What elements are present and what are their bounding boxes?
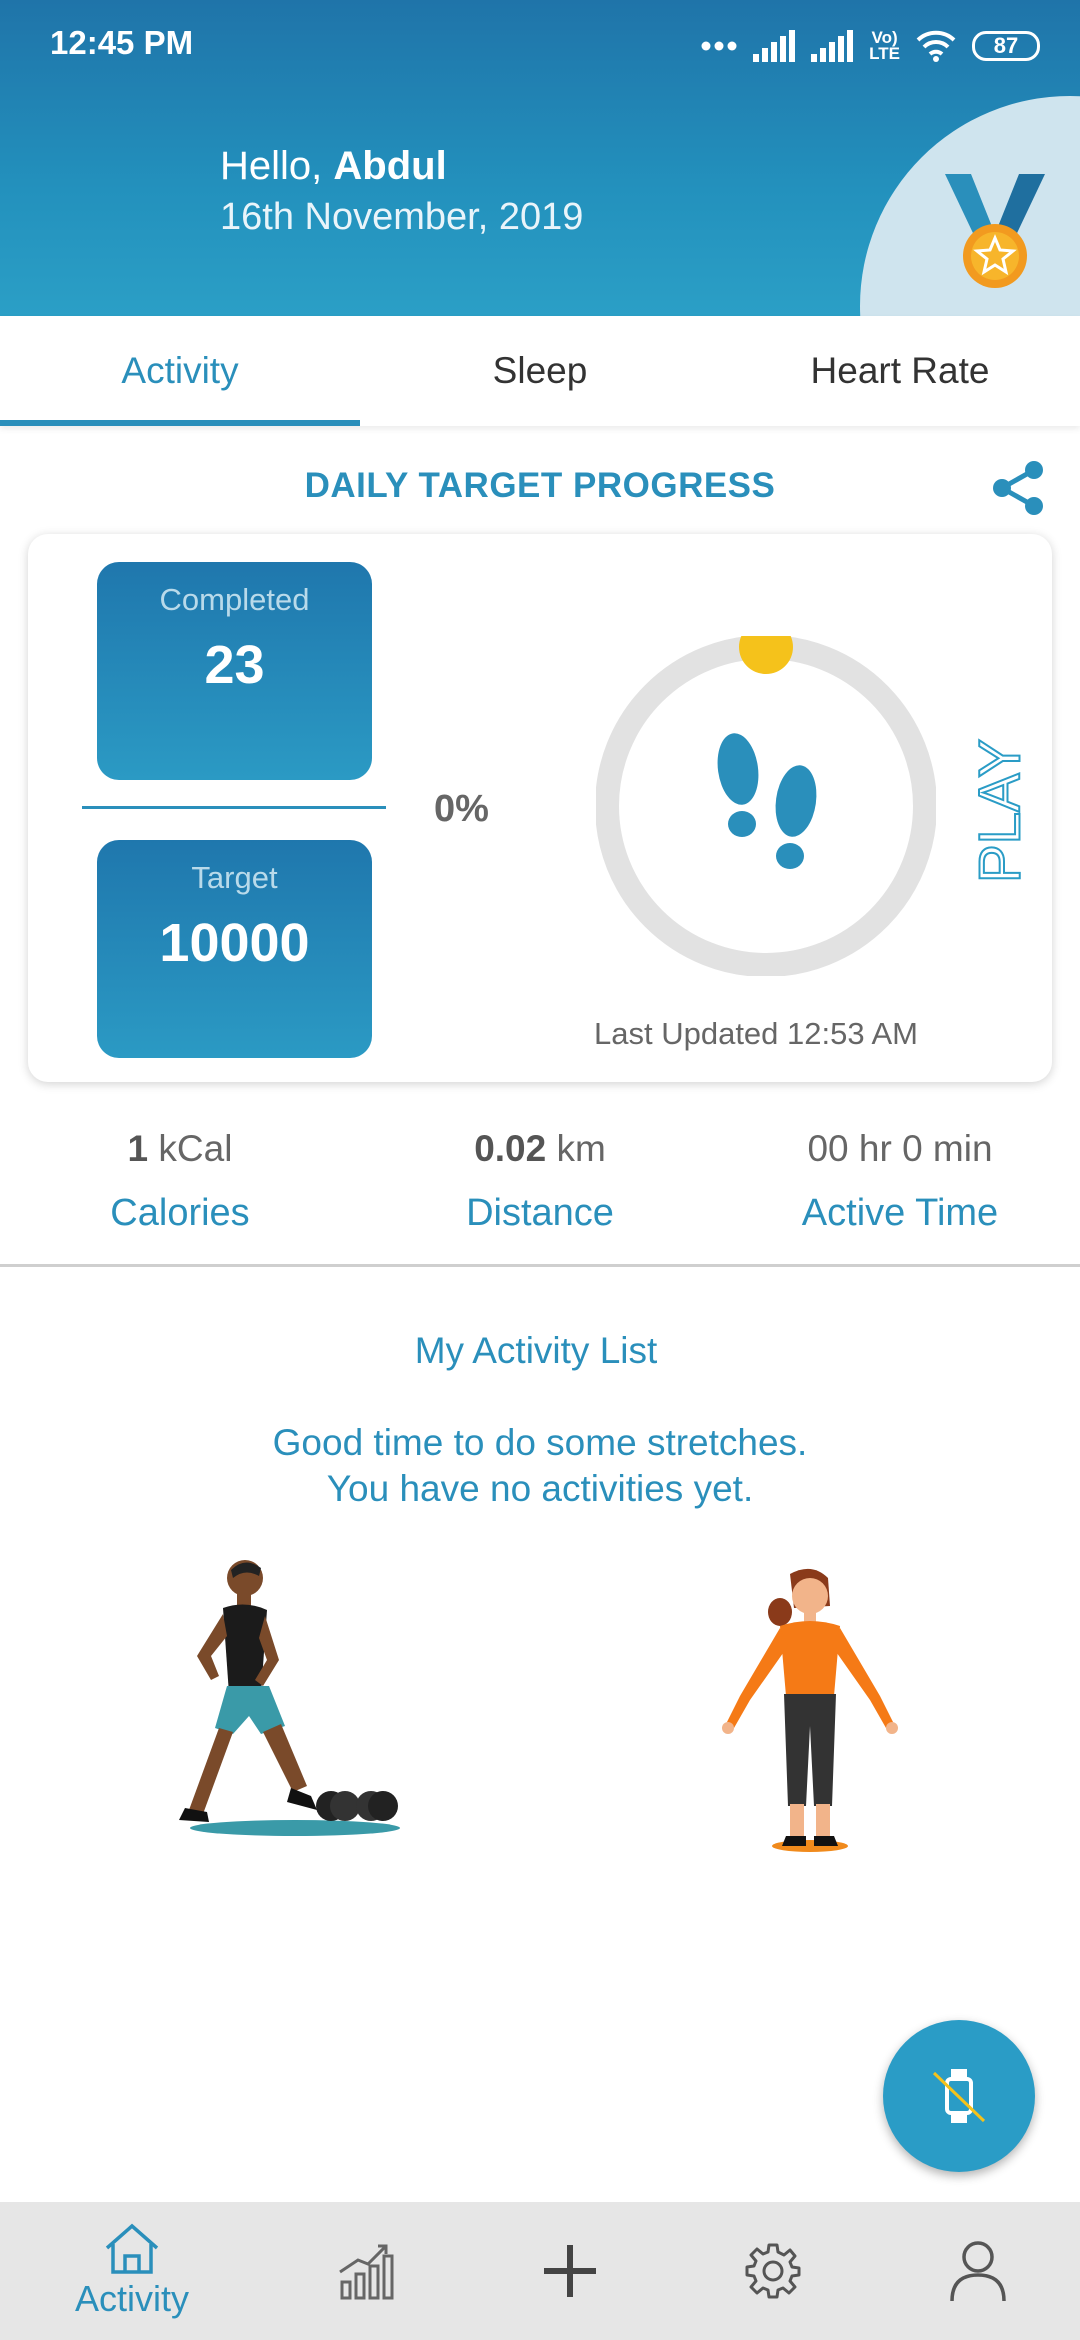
tab-sleep[interactable]: Sleep — [360, 316, 720, 426]
current-date: 16th November, 2019 — [220, 196, 584, 238]
status-icons: Vo) LTE 87 — [701, 26, 1040, 66]
footsteps-icon — [717, 733, 817, 869]
completed-box: Completed 23 — [97, 562, 372, 780]
status-time: 12:45 PM — [50, 24, 194, 61]
activity-list-title: My Activity List — [414, 1330, 658, 1371]
tab-bar: Activity Sleep Heart Rate — [0, 316, 1080, 426]
share-icon[interactable] — [990, 458, 1046, 518]
user-name: Abdul — [333, 144, 447, 188]
greeting: Hello, Abdul — [220, 144, 447, 188]
profile-icon — [950, 2241, 1006, 2302]
signal-icon — [753, 30, 796, 62]
daily-target-title: DAILY TARGET PROGRESS — [304, 466, 776, 505]
progress-dot — [739, 636, 793, 674]
play-label[interactable]: PLAY — [965, 736, 1035, 886]
gear-icon — [745, 2243, 801, 2299]
nav-add[interactable] — [462, 2202, 678, 2340]
watch-disconnected-button[interactable] — [883, 2020, 1035, 2172]
metric-caption: Distance — [466, 1192, 614, 1234]
status-bar: 12:45 PM Vo) LTE 87 — [0, 0, 1080, 90]
play-text: PLAY — [968, 739, 1033, 883]
nav-statistics[interactable] — [258, 2202, 474, 2340]
completed-value: 23 — [204, 635, 265, 695]
signal-icon-2 — [811, 30, 854, 62]
plus-icon — [544, 2245, 596, 2297]
metric-caption: Active Time — [801, 1192, 999, 1234]
nav-settings[interactable] — [665, 2202, 881, 2340]
battery-icon: 87 — [972, 31, 1040, 61]
active-tab-indicator — [0, 420, 360, 426]
progress-ring — [596, 636, 936, 976]
completed-label: Completed — [159, 582, 310, 617]
nav-activity-label: Activity — [74, 2278, 189, 2319]
target-box[interactable]: Target 10000 — [97, 840, 372, 1058]
target-value: 10000 — [159, 913, 310, 973]
metric-active-time: 00 hr 0 min Active Time — [720, 1128, 1080, 1235]
target-label: Target — [191, 860, 278, 895]
volte-icon: Vo) LTE — [869, 28, 900, 63]
last-updated: Last Updated 12:53 AM — [594, 1016, 919, 1051]
medal-icon[interactable] — [935, 172, 1055, 292]
nav-activity[interactable]: Activity — [24, 2202, 240, 2340]
metric-calories: 1 kCal Calories — [0, 1128, 360, 1235]
stat-divider — [82, 806, 386, 809]
metric-caption: Calories — [110, 1192, 250, 1234]
wifi-icon — [916, 30, 956, 62]
tab-heart-rate[interactable]: Heart Rate — [720, 316, 1080, 426]
nav-profile[interactable] — [870, 2202, 1080, 2340]
section-divider — [0, 1264, 1080, 1267]
metric-distance: 0.02 km Distance — [360, 1128, 720, 1235]
bottom-navigation: Activity — [0, 2202, 1080, 2340]
standing-woman-illustration — [722, 1568, 898, 1852]
home-icon — [105, 2223, 159, 2274]
progress-percent: 0% — [434, 788, 489, 830]
empty-state-message: Good time to do some stretches. You have… — [272, 1422, 808, 1509]
more-dots-icon — [701, 41, 737, 51]
header: 12:45 PM Vo) LTE 87 Hello, Abdul 16th No… — [0, 0, 1080, 316]
watch-off-icon — [932, 2069, 986, 2123]
exercising-man-illustration — [179, 1560, 400, 1836]
tab-activity[interactable]: Activity — [0, 316, 360, 426]
chart-icon — [339, 2244, 394, 2300]
